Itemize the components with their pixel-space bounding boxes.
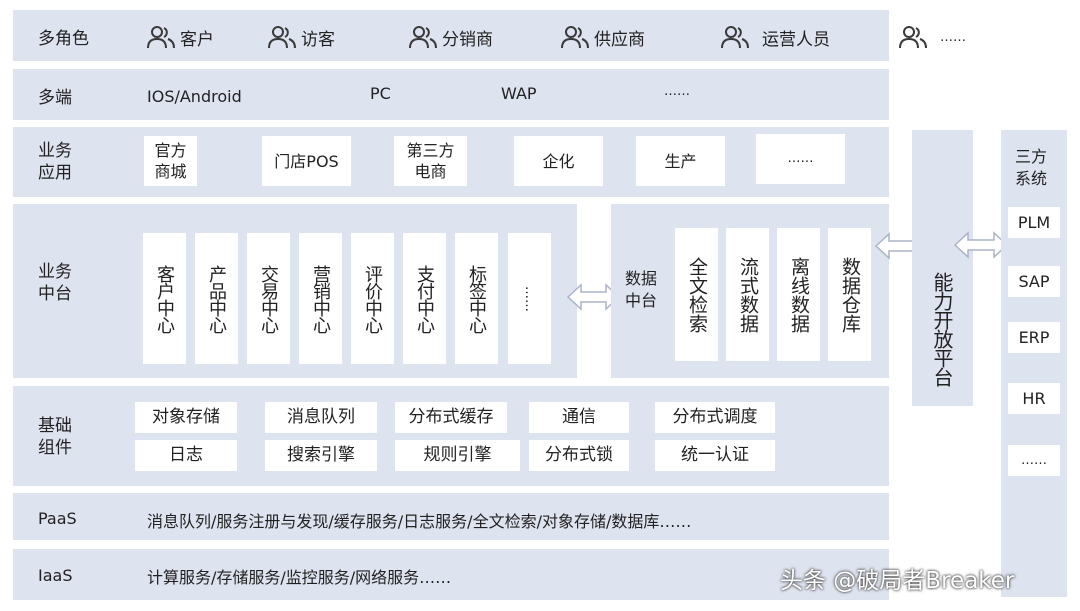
center-label: 交易中心 [258,264,279,333]
users-icon [721,26,749,49]
data-label: 离线数据 [788,256,810,333]
role-label: 供应商 [594,29,645,50]
iaas-label: IaaS [38,566,73,585]
component-distributed-lock: 分布式锁 [529,440,629,471]
role-label: …… [940,29,966,45]
role-label: 运营人员 [762,29,830,50]
users-icon [561,26,589,49]
system-erp: ERP [1008,322,1060,353]
role-distributor: 分销商 [408,24,493,50]
system-plm: PLM [1008,207,1060,238]
business-middle-label: 业务 中台 [38,262,72,304]
third-party-label: 三方 系统 [1015,147,1048,188]
component-unified-auth: 统一认证 [655,440,775,471]
open-platform-label: 能力开放平台 [930,272,954,386]
center-more: …… [508,233,551,364]
system-hr: HR [1008,383,1060,414]
center-label: 产品中心 [206,264,227,333]
role-visitor: 访客 [267,24,335,50]
iaas-services: 计算服务/存储服务/监控服务/网络服务…… [147,568,452,587]
center-label: 标签中心 [466,264,487,333]
data-middle-label: 数据 中台 [625,269,658,310]
app-enterprise: 企化 [514,136,603,186]
role-supplier: 供应商 [560,24,645,50]
component-object-storage: 对象存储 [135,402,237,433]
users-icon [899,26,927,49]
clients-label: 多端 [38,88,72,108]
component-rule-engine: 规则引擎 [395,440,520,471]
center-product: 产品中心 [195,233,238,364]
base-components-label: 基础 组件 [38,416,72,458]
center-marketing: 营销中心 [299,233,342,364]
data-warehouse: 数据仓库 [828,228,871,361]
client-mobile: IOS/Android [147,87,242,106]
center-label: 支付中心 [414,264,435,333]
users-icon [147,26,175,49]
component-distributed-cache: 分布式缓存 [395,402,507,433]
data-streaming: 流式数据 [726,228,769,361]
clients-band [13,69,889,120]
component-distributed-scheduler: 分布式调度 [655,402,775,433]
client-pc: PC [370,84,391,103]
users-icon [268,26,296,49]
client-wap: WAP [501,84,537,103]
data-fulltext-search: 全文检索 [675,228,718,361]
third-party-band [1001,130,1067,597]
center-payment: 支付中心 [403,233,446,364]
role-operator: 运营人员 [720,24,830,50]
app-store-pos: 门店POS [262,136,351,186]
system-sap: SAP [1008,266,1060,297]
business-apps-label: 业务 应用 [38,141,72,183]
component-log: 日志 [135,440,237,471]
center-label: 客户中心 [154,264,175,333]
role-label: 分销商 [442,29,493,50]
data-label: 数据仓库 [839,256,861,333]
data-offline: 离线数据 [777,228,820,361]
component-communication: 通信 [529,402,629,433]
role-label: 访客 [301,29,335,50]
base-components-band [13,386,889,486]
roles-label: 多角色 [38,29,89,49]
client-more: …… [664,84,690,99]
watermark: 头条 @破局者Breaker [780,568,1015,594]
center-label: 评价中心 [362,264,383,333]
center-tag: 标签中心 [455,233,498,364]
system-more: …… [1008,445,1060,476]
role-label: 客户 [180,29,214,50]
role-customer: 客户 [146,24,214,50]
role-more: …… [898,24,966,50]
component-message-queue: 消息队列 [265,402,377,433]
paas-services: 消息队列/服务注册与发现/缓存服务/日志服务/全文检索/对象存储/数据库…… [147,512,692,531]
app-official-mall: 官方 商城 [144,136,197,186]
app-third-party-ecommerce: 第三方 电商 [394,136,467,186]
app-more: …… [756,134,845,184]
app-production: 生产 [636,136,725,186]
data-label: 流式数据 [737,256,759,333]
data-label: 全文检索 [686,256,708,333]
center-label: …… [522,285,537,312]
users-icon [409,26,437,49]
paas-label: PaaS [38,509,77,528]
center-review: 评价中心 [351,233,394,364]
center-customer: 客户中心 [143,233,186,364]
component-search-engine: 搜索引擎 [265,440,377,471]
center-label: 营销中心 [310,264,331,333]
center-trade: 交易中心 [247,233,290,364]
